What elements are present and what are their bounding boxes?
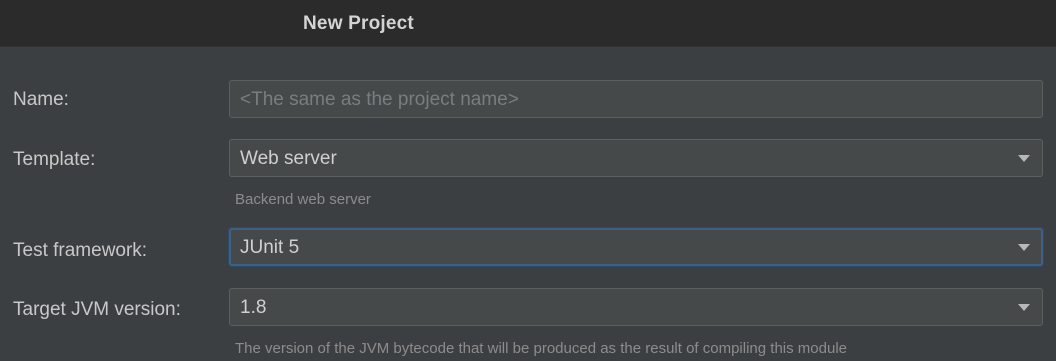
template-value: Web server <box>240 148 337 169</box>
target-jvm-hint: The version of the JVM bytecode that wil… <box>235 340 847 357</box>
test-framework-value: JUnit 5 <box>240 237 300 258</box>
name-placeholder: <The same as the project name> <box>240 89 519 110</box>
new-project-dialog: New Project Name: <The same as the proje… <box>0 0 1056 361</box>
template-label: Template: <box>13 149 96 170</box>
dialog-titlebar: New Project <box>0 0 1056 47</box>
test-framework-dropdown[interactable]: JUnit 5 <box>229 228 1043 266</box>
template-dropdown[interactable]: Web server <box>229 139 1043 177</box>
template-hint: Backend web server <box>235 191 371 208</box>
chevron-down-icon <box>1018 304 1030 311</box>
target-jvm-value: 1.8 <box>240 297 267 318</box>
target-jvm-label: Target JVM version: <box>13 299 181 320</box>
chevron-down-icon <box>1018 244 1030 251</box>
target-jvm-dropdown[interactable]: 1.8 <box>229 288 1043 326</box>
name-field[interactable]: <The same as the project name> <box>229 80 1043 118</box>
dialog-title: New Project <box>303 13 414 34</box>
chevron-down-icon <box>1018 155 1030 162</box>
test-framework-label: Test framework: <box>13 240 148 261</box>
name-label: Name: <box>13 89 69 110</box>
